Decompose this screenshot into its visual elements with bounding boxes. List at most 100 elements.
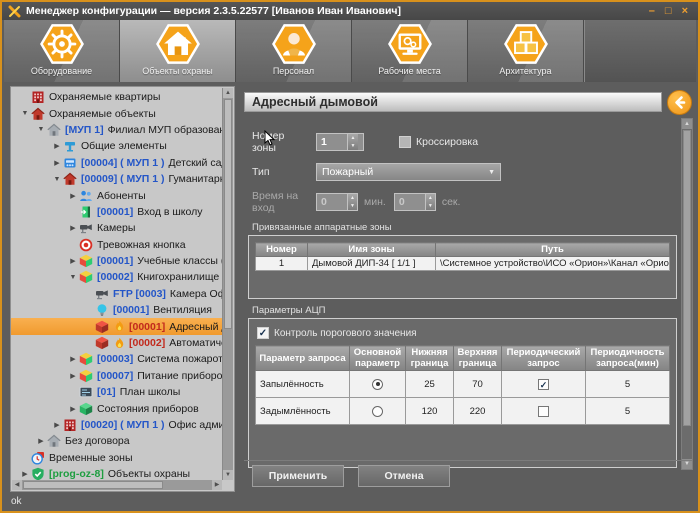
tree-item-security-objects-root[interactable]: ▶[prog-oz-8]Объекты охраны: [11, 466, 222, 481]
tree-item-lyceum[interactable]: ▼[00009] ( МУП 1 )Гуманитарный лицей № 9: [11, 171, 222, 187]
expand-arrow-icon[interactable]: ▶: [35, 437, 47, 445]
scroll-left-icon[interactable]: ◀: [12, 480, 22, 490]
app-window: Менеджер конфигурации — версия 2.3.5.225…: [0, 0, 700, 513]
scroll-up-icon[interactable]: ▲: [682, 119, 692, 129]
tree-item-panic-button[interactable]: Тревожная кнопка: [11, 237, 222, 253]
threshold-control-label: Контроль порогового значения: [274, 328, 417, 339]
tree-item-device-power[interactable]: ▶[00007]Питание приборов: [11, 368, 222, 384]
expand-arrow-icon[interactable]: ▼: [35, 126, 47, 133]
cancel-button[interactable]: Отмена: [358, 465, 450, 487]
camera-icon: [95, 287, 109, 301]
zone-number-stepper[interactable]: 1 ▲▼: [316, 133, 364, 151]
crossover-checkbox[interactable]: [399, 136, 411, 148]
toolbar-filler: [584, 20, 696, 82]
tree-horizontal-scrollbar[interactable]: ◀ ▶: [12, 480, 222, 490]
tree-item-school-plan[interactable]: [01]План школы: [11, 384, 222, 400]
stepper-up-icon[interactable]: ▲: [348, 194, 357, 202]
scroll-right-icon[interactable]: ▶: [212, 480, 222, 490]
expand-arrow-icon[interactable]: ▶: [67, 372, 79, 380]
scrollbar-thumb[interactable]: [683, 130, 691, 426]
expand-arrow-icon[interactable]: ▶: [67, 224, 79, 232]
expand-arrow-icon[interactable]: ▶: [51, 421, 63, 429]
apply-button[interactable]: Применить: [252, 465, 344, 487]
editor-vertical-scrollbar[interactable]: ▲ ▼: [681, 118, 693, 470]
tree-item-device-states[interactable]: ▶Состояния приборов: [11, 400, 222, 416]
threshold-control-checkbox[interactable]: ✓: [257, 327, 269, 339]
adc-col-period: Периодичность запроса(мин): [586, 346, 670, 371]
expand-arrow-icon[interactable]: ▶: [51, 142, 63, 150]
stepper-down-icon[interactable]: ▼: [348, 142, 358, 150]
toolbar-item-personnel[interactable]: Персонал: [236, 20, 352, 82]
scroll-up-icon[interactable]: ▲: [223, 88, 233, 98]
adc-col-low: Нижняя граница: [406, 346, 454, 371]
flame-icon: [113, 337, 126, 350]
person-hexagon-icon: [271, 23, 317, 65]
seconds-unit-label: сек.: [442, 196, 461, 208]
multicolor-cube-icon: [79, 369, 93, 383]
mouse-cursor: [264, 130, 275, 146]
tree-item-book-depository[interactable]: ▼[00002]Книгохранилище (С2000-КДЛ): [11, 269, 222, 285]
tree-item-addressable-smoke[interactable]: [00001]Адресный дымовой: [11, 318, 222, 334]
adc-groupbox: ✓ Контроль порогового значения Параметр …: [248, 318, 677, 468]
tree-item-no-contract[interactable]: ▶Без договора: [11, 433, 222, 449]
scroll-down-icon[interactable]: ▼: [223, 470, 233, 480]
close-button[interactable]: ×: [682, 4, 688, 18]
title-bar: Менеджер конфигурации — версия 2.3.5.225…: [2, 2, 698, 20]
expand-arrow-icon[interactable]: ▶: [51, 159, 63, 167]
back-button[interactable]: [667, 90, 692, 115]
crossover-label: Кроссировка: [416, 136, 478, 148]
tree-item-office-camera-ftp[interactable]: FTP [0003]Камера Офис FTP: [11, 286, 222, 302]
toolbar-item-workstations[interactable]: Рабочие места: [352, 20, 468, 82]
expand-arrow-icon[interactable]: ▶: [19, 470, 31, 478]
expand-arrow-icon[interactable]: ▶: [67, 192, 79, 200]
editor-content: Номер зоны 1 ▲▼ Кроссировка Тип Пожарный…: [244, 118, 679, 470]
expand-arrow-icon[interactable]: ▶: [67, 405, 79, 413]
entry-minutes-stepper[interactable]: 0 ▲▼: [316, 193, 358, 211]
expand-arrow-icon[interactable]: ▶: [67, 257, 79, 265]
periodic-checkbox[interactable]: ✓: [538, 379, 549, 390]
hw-zones-table: Номер Имя зоны Путь 1 Дымовой ДИП-34 [ 1…: [255, 242, 670, 271]
tree-item-admin-office[interactable]: ▶[00020] ( МУП 1 )Офис администрации упр…: [11, 417, 222, 433]
periodic-checkbox[interactable]: [538, 406, 549, 417]
toolbar-item-protected-objects[interactable]: Объекты охраны: [120, 20, 236, 82]
scrollbar-thumb[interactable]: [23, 481, 163, 489]
primary-param-radio[interactable]: [372, 406, 383, 417]
expand-arrow-icon[interactable]: ▼: [51, 176, 63, 183]
entry-seconds-stepper[interactable]: 0 ▲▼: [394, 193, 436, 211]
stepper-down-icon[interactable]: ▼: [348, 202, 357, 210]
tree-item-protected-objects[interactable]: ▼Охраняемые объекты: [11, 105, 222, 121]
tree-item-cameras[interactable]: ▶Камеры: [11, 220, 222, 236]
tree-item-time-zones[interactable]: Временные зоны: [11, 450, 222, 466]
expand-arrow-icon[interactable]: ▼: [19, 110, 31, 117]
minimize-button[interactable]: –: [649, 4, 655, 18]
tree-item-branch-mup[interactable]: ▼[МУП 1]Филиал МУП образования МО Орехов…: [11, 122, 222, 138]
toolbar-item-architecture[interactable]: Архитектура: [468, 20, 584, 82]
tree-item-common-elements[interactable]: ▶Общие элементы: [11, 138, 222, 154]
tree-item-classrooms[interactable]: ▶[00001]Учебные классы (Сигнал 10): [11, 253, 222, 269]
tree-item-ventilation[interactable]: [00001]Вентиляция: [11, 302, 222, 318]
type-dropdown[interactable]: Пожарный ▼: [316, 163, 501, 181]
object-tree: Охраняемые квартиры ▼Охраняемые объекты …: [11, 89, 222, 481]
expand-arrow-icon[interactable]: ▼: [67, 274, 79, 281]
stepper-up-icon[interactable]: ▲: [426, 194, 435, 202]
primary-param-radio[interactable]: [372, 379, 383, 390]
tree-item-subscribers[interactable]: ▶Абоненты: [11, 187, 222, 203]
tree-item-protected-apartments[interactable]: Охраняемые квартиры: [11, 89, 222, 105]
scrollbar-thumb[interactable]: [224, 99, 232, 329]
expand-arrow-icon[interactable]: ▶: [67, 355, 79, 363]
maximize-button[interactable]: □: [665, 4, 672, 18]
type-label: Тип: [252, 166, 316, 178]
toolbar-item-label: Архитектура: [499, 66, 551, 76]
toolbar-item-equipment[interactable]: Оборудование: [4, 20, 120, 82]
gear-hexagon-icon: [39, 23, 85, 65]
tree-item-kindergarten[interactable]: ▶[00004] ( МУП 1 )Детский сад "Рябинка": [11, 155, 222, 171]
stepper-up-icon[interactable]: ▲: [348, 134, 358, 142]
tree-item-fire-suppression[interactable]: ▶[00003]Система пожаротушения (АСПТ): [11, 351, 222, 367]
stepper-down-icon[interactable]: ▼: [426, 202, 435, 210]
hw-zone-row[interactable]: 1 Дымовой ДИП-34 [ 1/1 ] \Системное устр…: [256, 257, 670, 271]
tree-item-school-entrance[interactable]: [00001]Вход в школу: [11, 204, 222, 220]
tree-item-automatic-flame[interactable]: [00002]Автоматический пламени: [11, 335, 222, 351]
tree-vertical-scrollbar[interactable]: ▲ ▼: [222, 88, 233, 480]
hw-zones-groupbox: Номер Имя зоны Путь 1 Дымовой ДИП-34 [ 1…: [248, 235, 677, 299]
camera-icon: [79, 221, 93, 235]
